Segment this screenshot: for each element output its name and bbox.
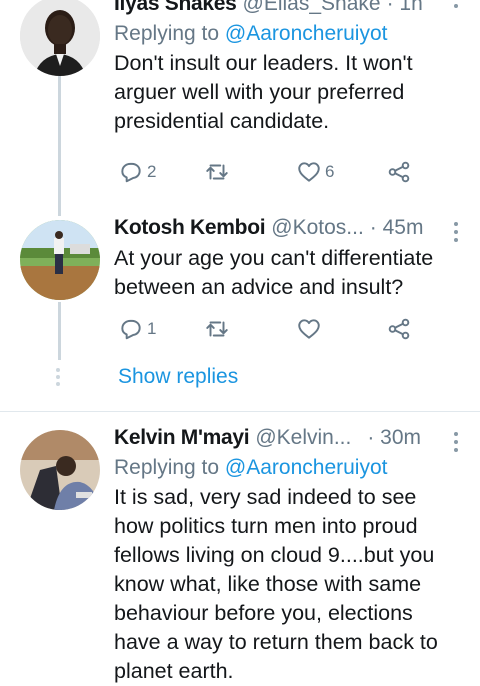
reply-button[interactable]: 2 [118,159,156,185]
author-handle[interactable]: @Kotos... [271,216,364,240]
tweet-text: At your age you can't differentiate betw… [114,246,434,299]
divider [0,411,480,412]
mention-link[interactable]: @Aaroncheruiyot [225,22,388,45]
more-vertical-icon[interactable] [454,432,460,456]
mention-link[interactable]: @Aaroncheruiyot [225,456,388,479]
share-button[interactable] [386,159,412,185]
tweet-actions: 2 6 [114,159,414,189]
tweet-kotosh[interactable]: Kotosh Kemboi @Kotos... · 45m At your ag… [0,216,480,376]
heart-icon [298,162,320,182]
retweet-icon [206,321,228,337]
author-name[interactable]: Kotosh Kemboi [114,216,266,240]
avatar-kotosh[interactable] [20,220,100,300]
reply-icon [121,319,141,340]
retweet-icon [206,164,228,180]
tweet-text: Don't insult our leaders. It won't argue… [114,51,413,133]
tweet-actions: 1 [114,316,414,346]
share-icon [388,318,410,340]
timestamp[interactable]: · 45m [370,216,424,240]
like-button[interactable]: 6 [296,159,334,185]
avatar-kelvin[interactable] [20,430,100,510]
like-button[interactable] [296,316,322,342]
avatar-ilyas[interactable] [20,0,100,76]
like-count: 6 [325,162,335,181]
heart-icon [298,319,320,339]
tweet-kelvin[interactable]: Kelvin M'mayi @Kelvin... · 30m Replying … [0,426,480,686]
author-name[interactable]: Kelvin M'mayi [114,426,250,450]
reply-count: 2 [147,162,157,181]
thread-ellipsis [56,368,62,389]
replying-to: Replying to @Aaroncheruiyot [114,456,464,480]
share-button[interactable] [386,316,412,342]
timestamp[interactable]: · 30m [367,426,421,450]
author-name[interactable]: Ilyas Shakes [114,0,237,16]
retweet-button[interactable] [204,316,230,342]
tweet-text: It is sad, very sad indeed to see how po… [114,485,438,683]
reply-button[interactable]: 1 [118,316,156,342]
timestamp[interactable]: · 1h [387,0,423,16]
reply-icon [121,162,141,183]
author-handle[interactable]: @Kelvin... [255,426,351,450]
reply-count: 1 [147,319,157,338]
retweet-button[interactable] [204,159,230,185]
replying-to-prefix: Replying to [114,456,225,479]
replying-to: Replying to @Aaroncheruiyot [114,22,464,46]
replying-to-prefix: Replying to [114,22,225,45]
share-icon [388,161,410,183]
more-vertical-icon[interactable] [454,0,460,12]
more-vertical-icon[interactable] [454,222,460,246]
author-handle[interactable]: @Elias_Shake [243,0,381,16]
show-replies-link[interactable]: Show replies [118,365,238,389]
